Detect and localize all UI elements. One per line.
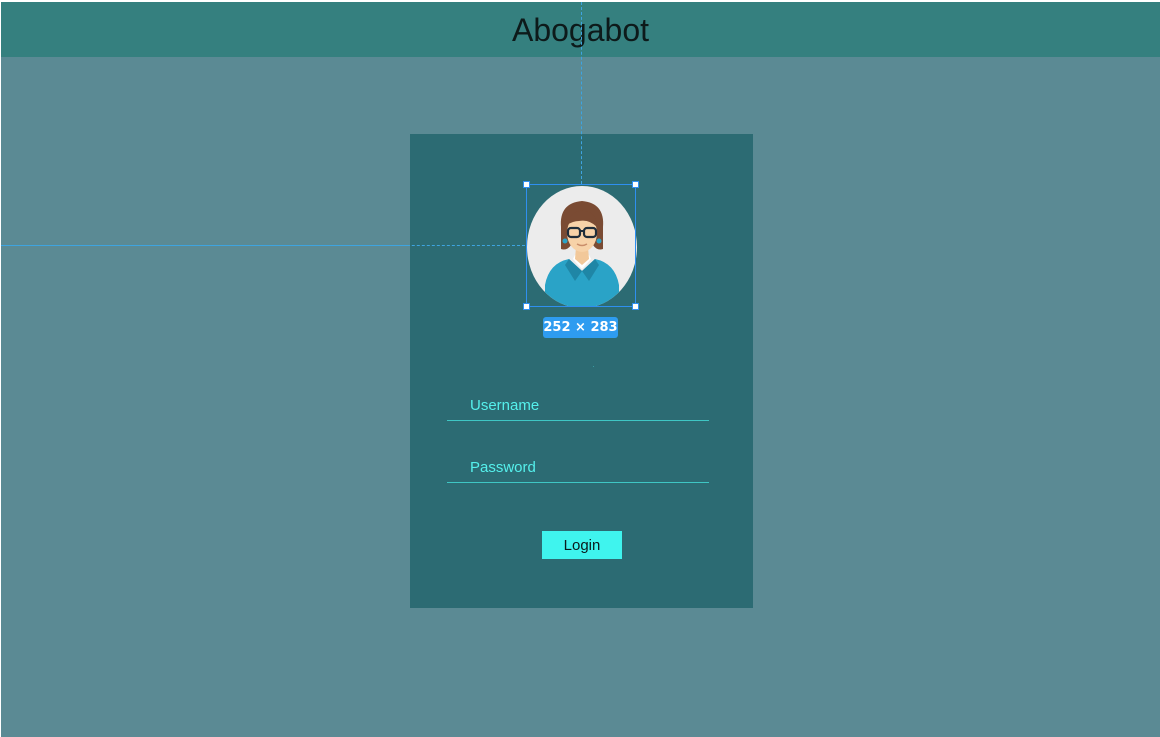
resize-handle-top-right[interactable]	[632, 181, 639, 188]
vertical-guide-line	[581, 2, 582, 184]
username-field	[447, 391, 709, 421]
login-button[interactable]: Login	[542, 531, 622, 559]
decorative-dot	[593, 366, 594, 367]
female-user-avatar-icon	[527, 186, 637, 307]
resize-handle-top-left[interactable]	[523, 181, 530, 188]
username-input[interactable]	[447, 391, 709, 420]
resize-handle-bottom-left[interactable]	[523, 303, 530, 310]
password-input[interactable]	[447, 453, 709, 482]
app-canvas: Abogabot 252 × 283 Username Login	[1, 2, 1160, 737]
avatar[interactable]	[527, 185, 637, 307]
selection-size-badge: 252 × 283	[543, 317, 618, 338]
resize-handle-bottom-right[interactable]	[632, 303, 639, 310]
horizontal-guide-line-solid	[1, 245, 410, 246]
password-field	[447, 453, 709, 483]
